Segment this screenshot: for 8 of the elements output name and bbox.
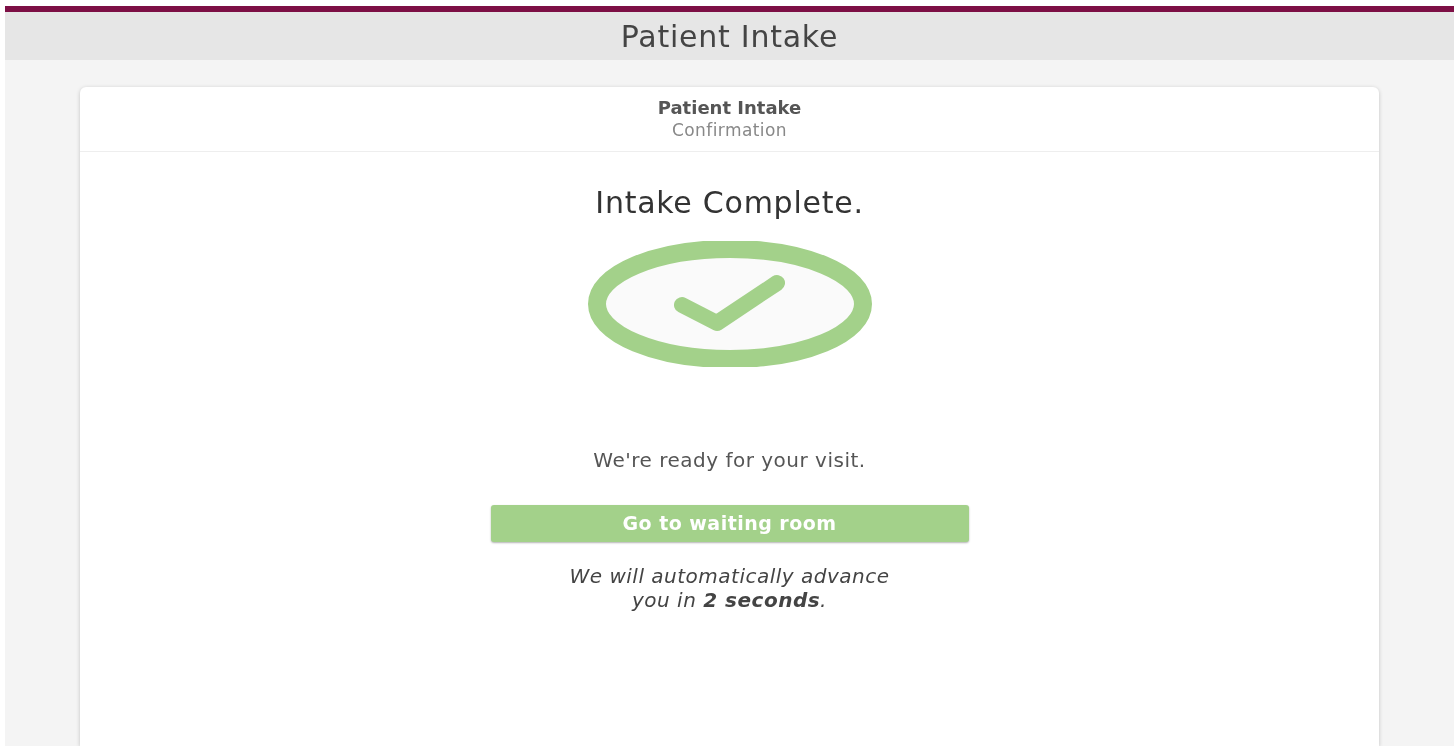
page-title: Patient Intake <box>620 17 839 56</box>
card-title: Patient Intake <box>657 97 802 120</box>
checkmark-icon <box>586 241 873 367</box>
advance-note: We will automatically advance you in 2 seconds. <box>569 564 890 612</box>
card-subtitle: Confirmation <box>671 119 788 141</box>
completion-heading: Intake Complete. <box>595 184 864 222</box>
waiting-room-button[interactable]: Go to waiting room <box>490 505 969 542</box>
ready-message: We're ready for your visit. <box>593 447 866 474</box>
